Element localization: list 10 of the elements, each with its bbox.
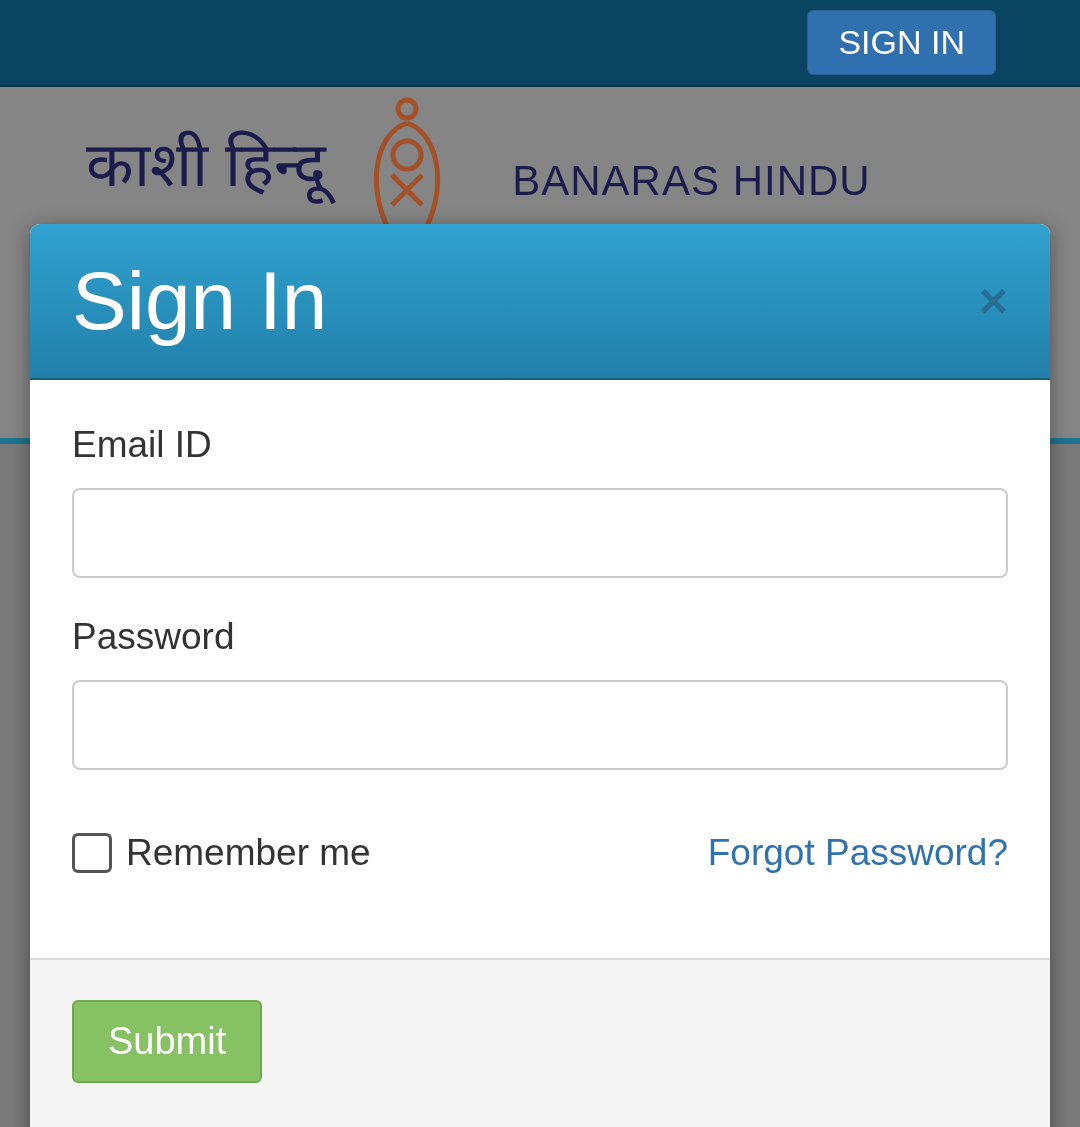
field-label: Email ID <box>72 424 213 466</box>
remember-checkbox[interactable] <box>72 833 112 873</box>
input-field[interactable] <box>72 488 1008 578</box>
logo-english-text: BANARAS HINDU <box>512 157 871 205</box>
field-label: Password <box>72 616 236 658</box>
dialog-title: Sign In <box>72 254 328 348</box>
input-field[interactable] <box>72 680 1008 770</box>
sign-in-button[interactable]: SIGN IN <box>807 10 996 75</box>
forgot-password-link[interactable]: Forgot Password? <box>707 832 1008 874</box>
remember-label: Remember me <box>126 832 371 874</box>
